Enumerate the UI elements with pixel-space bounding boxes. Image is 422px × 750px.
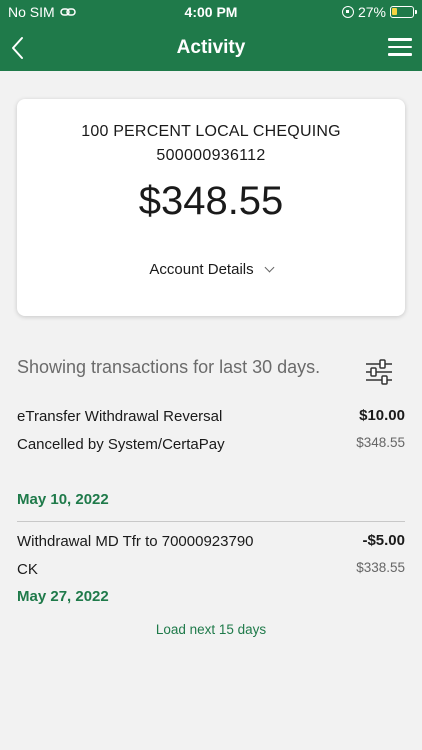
battery-icon [390, 6, 417, 18]
filter-sliders-icon[interactable] [364, 358, 394, 386]
account-name: 100 PERCENT LOCAL CHEQUING [81, 123, 341, 140]
transaction-description: eTransfer Withdrawal Reversal Cancelled … [17, 408, 225, 453]
battery-percent: 27% [357, 4, 386, 20]
account-balance: $348.55 [138, 179, 284, 223]
transaction-row[interactable]: eTransfer Withdrawal Reversal Cancelled … [17, 403, 405, 513]
rotation-lock-icon [341, 6, 354, 18]
transaction-running-balance: $348.55 [356, 435, 405, 450]
account-card: 100 PERCENT LOCAL CHEQUING 500000936112 … [17, 99, 405, 316]
load-next-button[interactable]: Load next 15 days [0, 622, 422, 637]
transaction-amount: -$5.00 [362, 532, 405, 549]
page-title: Activity [176, 37, 246, 58]
account-details-toggle[interactable]: Account Details [17, 261, 405, 278]
divider [17, 521, 405, 522]
status-right: 27% [341, 4, 417, 20]
account-number: 500000936112 [156, 147, 266, 164]
status-bar: No SIM 4:00 PM 27% [0, 0, 422, 24]
account-details-label: Account Details [149, 261, 254, 278]
transaction-range-text: Showing transactions for last 30 days. [17, 357, 321, 377]
transaction-date: May 10, 2022 [17, 491, 109, 508]
transaction-running-balance: $338.55 [356, 560, 405, 575]
transaction-amount: $10.00 [359, 407, 405, 424]
nav-bar: Activity [0, 24, 422, 71]
chevron-down-icon [264, 262, 275, 273]
transaction-description: Withdrawal MD Tfr to 70000923790 CK [17, 533, 254, 578]
hamburger-menu-icon[interactable] [388, 38, 412, 56]
transaction-row[interactable]: Withdrawal MD Tfr to 70000923790 CK -$5.… [17, 528, 405, 610]
transaction-date: May 27, 2022 [17, 588, 109, 605]
battery-level [392, 8, 397, 15]
